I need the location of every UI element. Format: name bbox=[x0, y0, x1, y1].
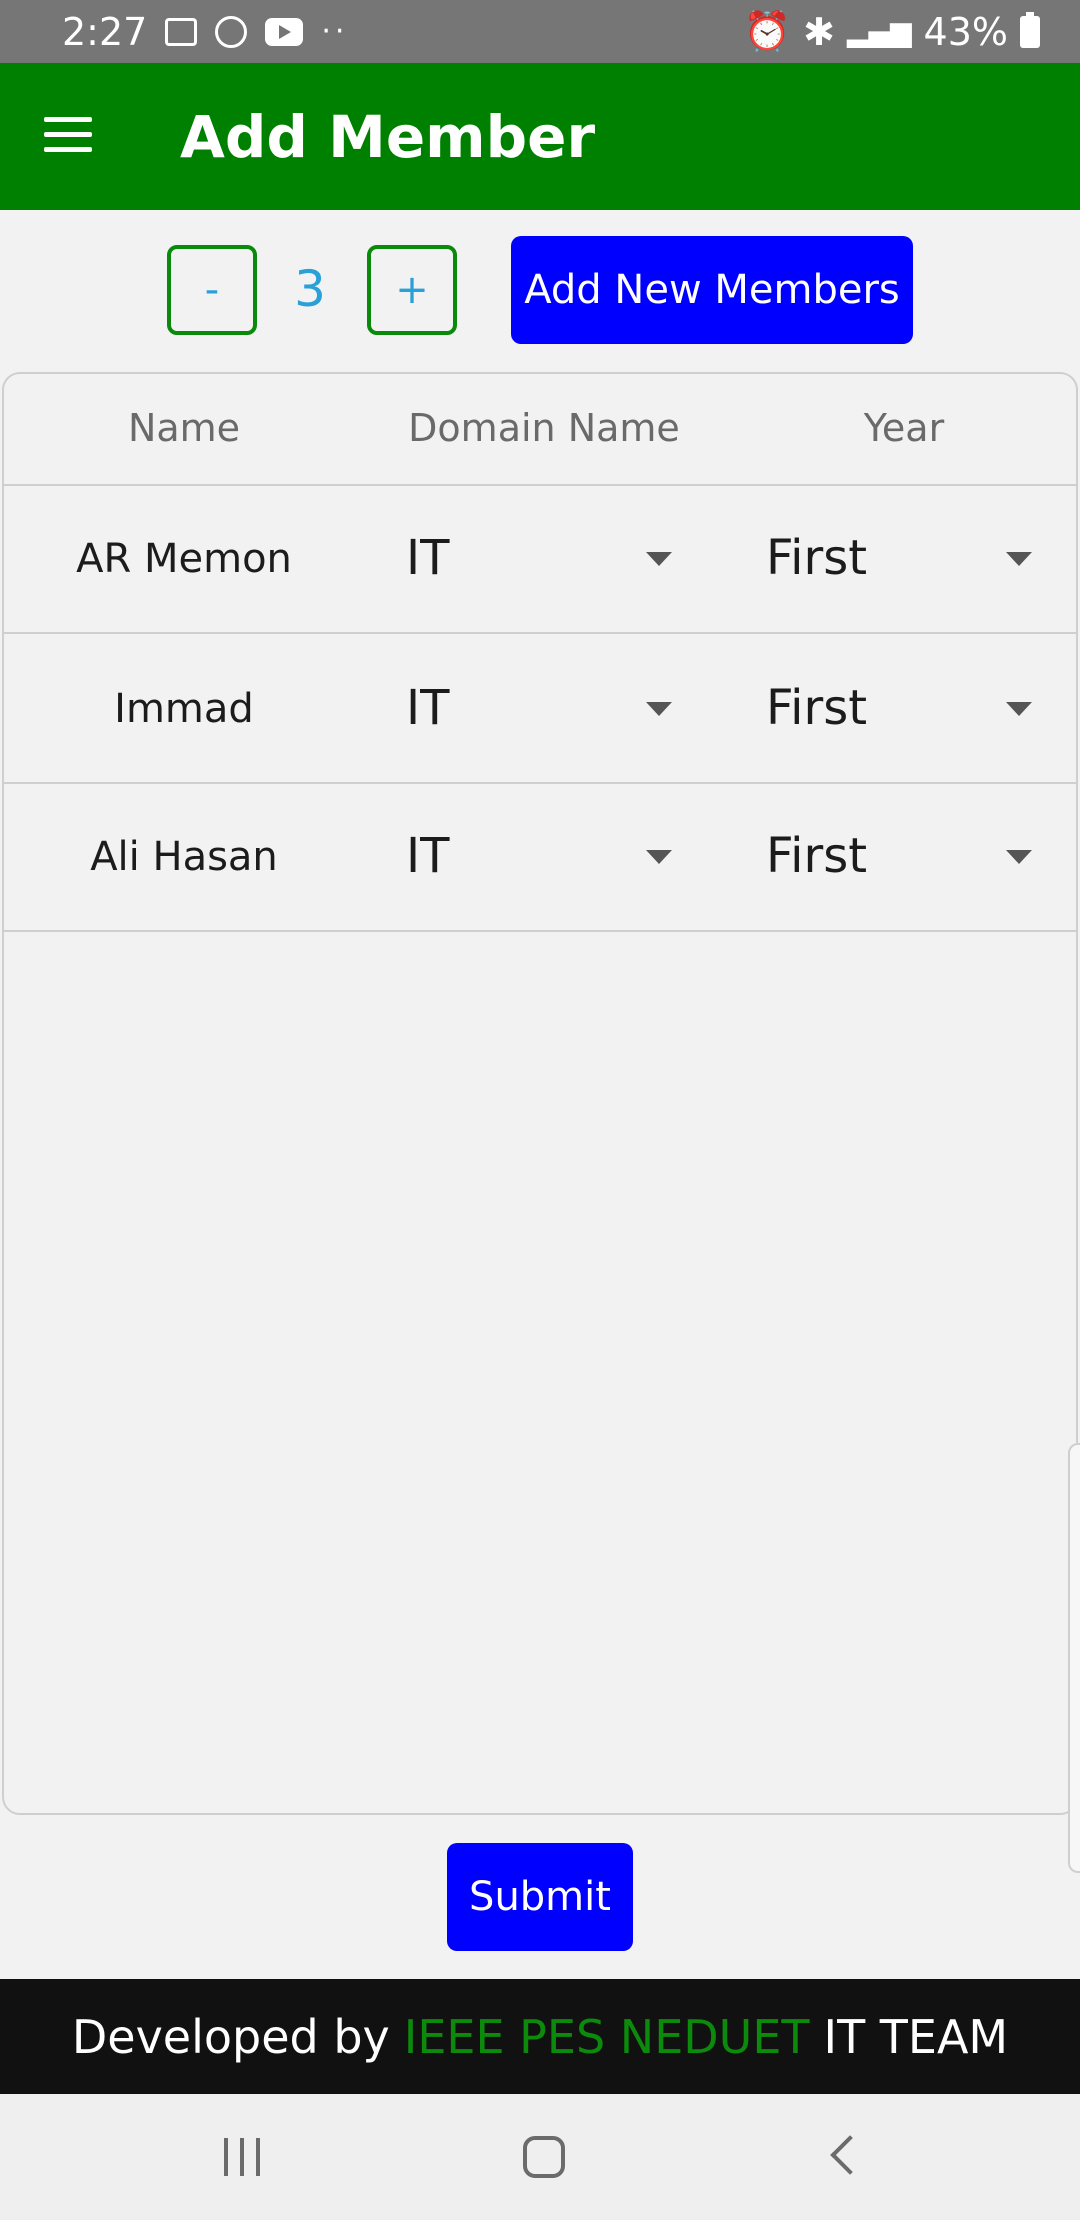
submit-button[interactable]: Submit bbox=[447, 1843, 633, 1951]
dropdown-arrow-icon bbox=[646, 702, 672, 716]
member-count-value: 3 bbox=[294, 260, 326, 318]
year-value: First bbox=[766, 828, 868, 884]
footer-suffix: IT TEAM bbox=[823, 2009, 1009, 2064]
member-name-cell: Immad bbox=[114, 686, 254, 732]
domain-value: IT bbox=[406, 828, 450, 884]
dropdown-arrow-icon bbox=[1006, 552, 1032, 566]
navigation-bar bbox=[0, 2094, 1080, 2220]
table-row: AR Memon IT First bbox=[4, 486, 1076, 634]
dropdown-arrow-icon bbox=[1006, 850, 1032, 864]
image-icon bbox=[165, 17, 198, 46]
year-dropdown[interactable]: First bbox=[764, 636, 1044, 784]
hamburger-menu-icon[interactable] bbox=[44, 117, 92, 153]
status-time: 2:27 bbox=[62, 9, 148, 54]
increment-button[interactable]: + bbox=[367, 245, 457, 335]
year-value: First bbox=[766, 530, 868, 586]
youtube-icon bbox=[265, 17, 304, 46]
alarm-icon: ⏰ bbox=[743, 9, 792, 53]
page-title: Add Member bbox=[180, 103, 596, 171]
more-dots-icon: ·· bbox=[321, 14, 349, 49]
battery-icon bbox=[1020, 11, 1040, 48]
signal-icon: ▂▄▆ bbox=[846, 15, 912, 48]
whatsapp-icon bbox=[215, 15, 248, 48]
home-icon[interactable] bbox=[523, 2136, 565, 2178]
dropdown-arrow-icon bbox=[646, 850, 672, 864]
year-value: First bbox=[766, 680, 868, 736]
footer-prefix: Developed by bbox=[71, 2009, 390, 2064]
column-header-domain: Domain Name bbox=[408, 406, 680, 450]
domain-value: IT bbox=[406, 530, 450, 586]
add-new-members-button[interactable]: Add New Members bbox=[511, 236, 913, 344]
status-bar-right: ⏰ ✱ ▂▄▆ 43% bbox=[744, 0, 1040, 63]
status-bar: 2:27 ·· ⏰ ✱ ▂▄▆ 43% bbox=[0, 0, 1080, 63]
year-dropdown[interactable]: First bbox=[764, 784, 1044, 932]
table-row: Immad IT First bbox=[4, 636, 1076, 784]
domain-dropdown[interactable]: IT bbox=[404, 486, 684, 634]
domain-value: IT bbox=[406, 680, 450, 736]
status-bar-left: 2:27 ·· bbox=[62, 10, 348, 54]
table-row: Ali Hasan IT First bbox=[4, 784, 1076, 932]
domain-dropdown[interactable]: IT bbox=[404, 636, 684, 784]
decrement-button[interactable]: - bbox=[167, 245, 257, 335]
column-header-name: Name bbox=[127, 406, 241, 450]
member-name-cell: AR Memon bbox=[76, 536, 292, 582]
battery-percent: 43% bbox=[923, 9, 1008, 54]
dropdown-arrow-icon bbox=[1006, 702, 1032, 716]
table-header: Name Domain Name Year bbox=[4, 374, 1076, 486]
back-icon[interactable] bbox=[830, 2135, 870, 2175]
dropdown-arrow-icon bbox=[646, 552, 672, 566]
app-bar: Add Member bbox=[0, 63, 1080, 210]
year-dropdown[interactable]: First bbox=[764, 486, 1044, 634]
scroll-handle[interactable] bbox=[1068, 1443, 1080, 1873]
bluetooth-icon: ✱ bbox=[803, 9, 835, 54]
footer: Developed by IEEE PES NEDUET IT TEAM bbox=[0, 1979, 1080, 2094]
member-name-cell: Ali Hasan bbox=[90, 834, 278, 880]
domain-dropdown[interactable]: IT bbox=[404, 784, 684, 932]
footer-team-name: IEEE PES NEDUET bbox=[403, 2009, 810, 2064]
members-table: Name Domain Name Year AR Memon IT First … bbox=[2, 372, 1078, 1815]
column-header-year: Year bbox=[863, 406, 945, 450]
recent-apps-icon[interactable] bbox=[222, 2138, 262, 2176]
member-count-controls: - 3 + Add New Members bbox=[0, 210, 1080, 370]
